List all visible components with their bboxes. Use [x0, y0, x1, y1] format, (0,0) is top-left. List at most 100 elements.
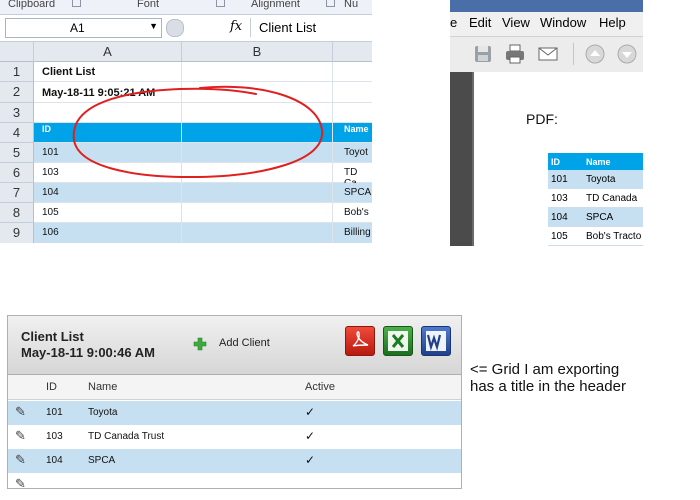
- row-header-7[interactable]: 7: [0, 183, 34, 203]
- menu-edit[interactable]: Edit: [469, 15, 491, 30]
- grid-cell-name: TD Canada Trust: [88, 431, 165, 442]
- excel-export-icon[interactable]: [383, 326, 413, 356]
- row-header-9[interactable]: 9: [0, 223, 34, 243]
- grid-cell-id: 101: [46, 407, 63, 418]
- name-box[interactable]: A1 ▼: [5, 18, 162, 38]
- edit-pencil-icon[interactable]: ✎: [15, 428, 26, 444]
- ribbon-group-number[interactable]: Nu: [344, 0, 358, 10]
- menu-help[interactable]: Help: [599, 15, 626, 30]
- active-checkmark-icon: ✓: [305, 405, 316, 419]
- next-page-icon[interactable]: [616, 43, 638, 65]
- dialog-launcher-icon[interactable]: [72, 0, 81, 7]
- dialog-launcher-icon[interactable]: [326, 0, 335, 7]
- grid-row[interactable]: ✎ 104 SPCA ✓: [8, 449, 461, 473]
- formula-options-icon[interactable]: [166, 19, 184, 37]
- pdf-table-row: 105 Bob's Tracto: [548, 227, 643, 246]
- previous-page-icon[interactable]: [584, 43, 606, 65]
- active-checkmark-icon: ✓: [305, 429, 316, 443]
- grid-cell-id: 104: [46, 455, 63, 466]
- grid-cell-name: Toyota: [88, 407, 118, 418]
- print-icon[interactable]: [504, 43, 526, 65]
- edit-pencil-icon[interactable]: ✎: [15, 476, 26, 488]
- column-name[interactable]: Name: [88, 381, 117, 393]
- row-header-1[interactable]: 1: [0, 62, 34, 82]
- grid-header: Client List May-18-11 9:00:46 AM Add Cli…: [8, 316, 461, 375]
- sheet-row[interactable]: 105 Bob's: [34, 203, 372, 223]
- row-header-5[interactable]: 5: [0, 143, 34, 163]
- pdf-table-row: 103 TD Canada: [548, 189, 643, 208]
- pdf-table-row: 104 SPCA: [548, 208, 643, 227]
- sheet-row[interactable]: 106 Billing: [34, 223, 372, 243]
- grid-row[interactable]: ✎: [8, 473, 461, 488]
- column-header-c[interactable]: [333, 42, 372, 62]
- edit-pencil-icon[interactable]: ✎: [15, 404, 26, 420]
- ribbon-group-font[interactable]: Font: [137, 0, 159, 10]
- sheet-row[interactable]: Client List: [34, 62, 372, 82]
- chevron-down-icon[interactable]: ▼: [149, 21, 158, 31]
- cell-header-name[interactable]: Name: [344, 124, 369, 134]
- note-line-1: <= Grid I am exporting: [470, 361, 620, 378]
- row-header-4[interactable]: 4: [0, 123, 34, 143]
- column-active[interactable]: Active: [305, 381, 335, 393]
- cell-id[interactable]: 106: [42, 227, 59, 238]
- column-header-b[interactable]: B: [182, 42, 333, 62]
- row-header-6[interactable]: 6: [0, 163, 34, 183]
- pdf-header-name: Name: [586, 157, 611, 167]
- annotation-note: <= Grid I am exporting has a title in th…: [470, 361, 626, 395]
- row-header-2[interactable]: 2: [0, 82, 34, 103]
- grid-subtitle: May-18-11 9:00:46 AM: [21, 345, 155, 360]
- cell-name[interactable]: Toyot: [344, 147, 368, 158]
- pdf-label: PDF:: [526, 111, 558, 127]
- excel-screenshot: Clipboard Font Alignment Nu A1 ▼ fx Clie…: [0, 0, 372, 243]
- pdf-cell-name: SPCA: [586, 212, 614, 223]
- pdf-header-id: ID: [551, 157, 560, 167]
- menu-view[interactable]: View: [502, 15, 530, 30]
- formula-input[interactable]: Client List: [250, 18, 372, 37]
- cell-header-id[interactable]: ID: [42, 124, 51, 134]
- row-header-3[interactable]: 3: [0, 103, 34, 123]
- cell-name[interactable]: Billing: [344, 227, 371, 238]
- cell-id[interactable]: 104: [42, 187, 59, 198]
- pdf-cell-id: 105: [551, 231, 568, 242]
- row-header-8[interactable]: 8: [0, 203, 34, 223]
- pdf-viewer-screenshot: e Edit View Window Help PDF: ID Name 101…: [450, 0, 643, 246]
- pdf-table-row: 101 Toyota: [548, 170, 643, 189]
- grid-cell-name: SPCA: [88, 455, 116, 466]
- menu-file[interactable]: e: [450, 15, 457, 30]
- add-client-label: Add Client: [219, 337, 270, 349]
- cell-name[interactable]: SPCA: [344, 187, 371, 198]
- ribbon-group-alignment[interactable]: Alignment: [251, 0, 300, 10]
- cell-id[interactable]: 105: [42, 207, 59, 218]
- pdf-export-icon[interactable]: [345, 326, 375, 356]
- pdf-cell-id: 103: [551, 193, 568, 204]
- dialog-launcher-icon[interactable]: [216, 0, 225, 7]
- cell-name[interactable]: Bob's: [344, 207, 369, 218]
- pdf-table-header: ID Name: [548, 153, 643, 170]
- ribbon-group-clipboard[interactable]: Clipboard: [8, 0, 55, 10]
- client-grid: Client List May-18-11 9:00:46 AM Add Cli…: [7, 315, 462, 489]
- plus-icon: [193, 337, 207, 351]
- edit-pencil-icon[interactable]: ✎: [15, 452, 26, 468]
- pdf-cell-id: 104: [551, 212, 568, 223]
- add-client-button[interactable]: Add Client: [193, 336, 283, 354]
- column-id[interactable]: ID: [46, 381, 57, 393]
- pdf-table: ID Name 101 Toyota 103 TD Canada 104 SPC…: [548, 153, 643, 246]
- word-export-icon[interactable]: [421, 326, 451, 356]
- pdf-cell-id: 101: [551, 174, 568, 185]
- cell-a1[interactable]: Client List: [42, 66, 95, 78]
- menu-window[interactable]: Window: [540, 15, 586, 30]
- grid-row[interactable]: ✎ 101 Toyota ✓: [8, 401, 461, 425]
- pdf-cell-name: TD Canada: [586, 193, 638, 204]
- grid-row[interactable]: ✎ 103 TD Canada Trust ✓: [8, 425, 461, 449]
- navigation-pane[interactable]: [450, 72, 472, 246]
- save-icon[interactable]: [472, 43, 494, 65]
- cell-id[interactable]: 103: [42, 167, 59, 178]
- grid-column-headers: ID Name Active: [8, 375, 461, 400]
- pdf-cell-name: Toyota: [586, 174, 616, 185]
- column-header-a[interactable]: A: [34, 42, 182, 62]
- cell-id[interactable]: 101: [42, 147, 59, 158]
- formula-bar: A1 ▼ fx Client List: [0, 15, 372, 42]
- insert-function-icon[interactable]: fx: [230, 19, 242, 34]
- select-all-corner[interactable]: [0, 42, 34, 62]
- email-icon[interactable]: [537, 43, 559, 65]
